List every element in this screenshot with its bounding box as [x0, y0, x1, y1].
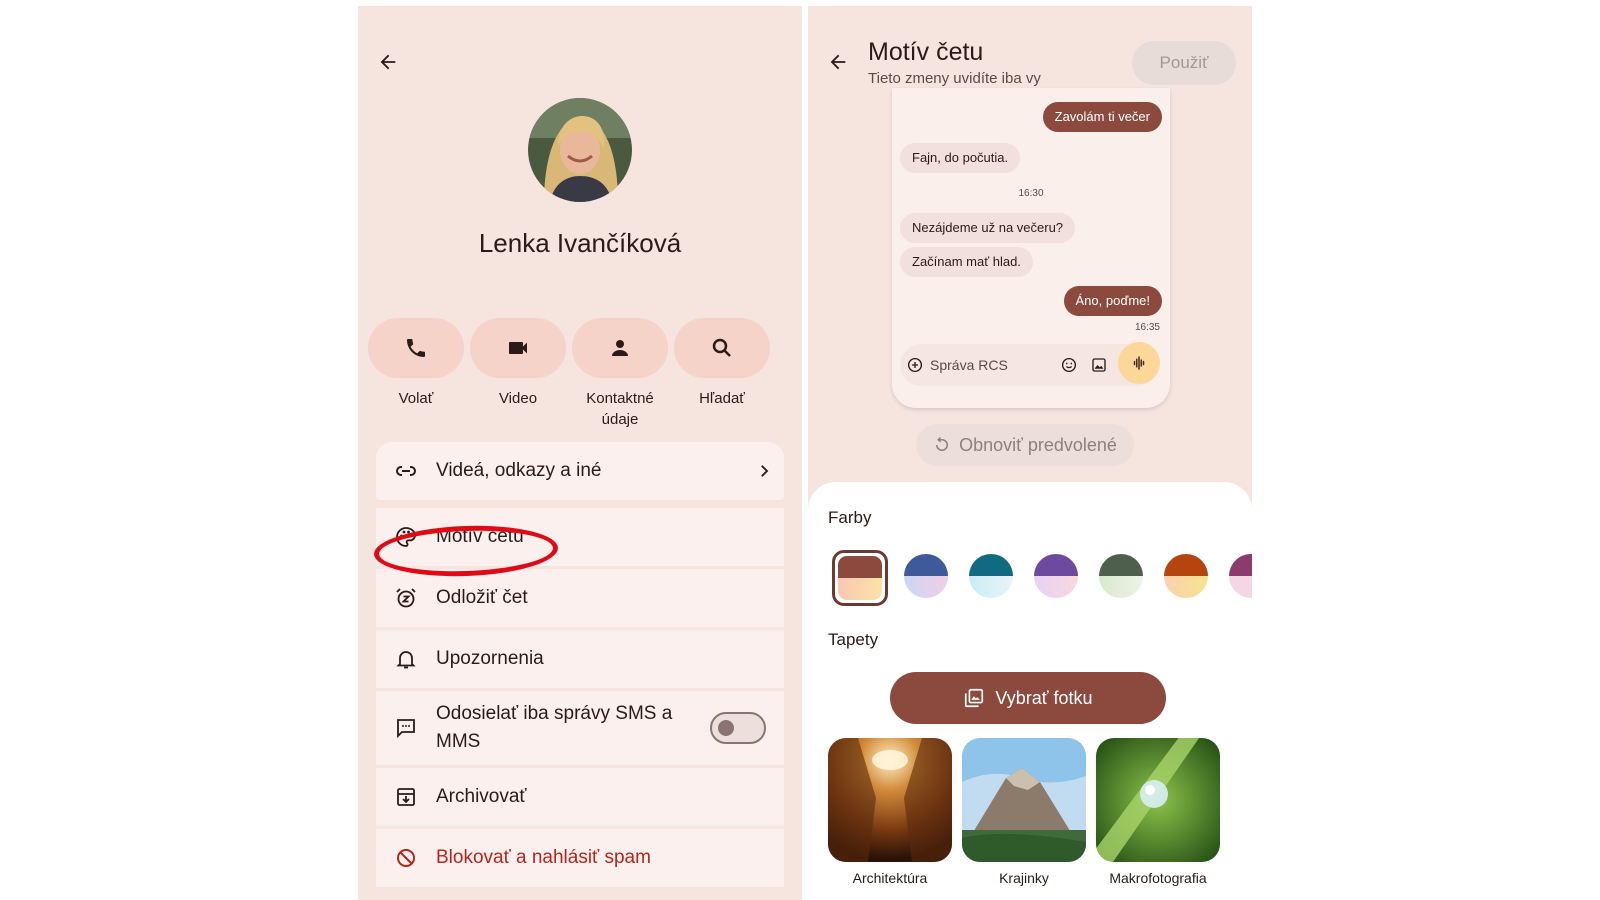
pick-photo-label: Vybrať fotku [995, 687, 1093, 708]
block-icon [397, 849, 415, 867]
back-arrow-icon[interactable] [824, 48, 852, 76]
notifications-item[interactable]: Upozornenia [376, 630, 784, 688]
avatar [528, 98, 632, 202]
chevron-right-icon [761, 465, 769, 477]
search-button[interactable]: Hľadať [674, 318, 770, 409]
composer-placeholder: Správa RCS [930, 357, 1008, 373]
timestamp: 16:30 [1018, 188, 1044, 199]
notifications-label: Upozornenia [436, 648, 544, 669]
wallpaper-macro[interactable]: Makrofotografia [1096, 738, 1220, 886]
message-bubble: Nezájdeme už na večeru? [900, 213, 1076, 243]
reset-defaults-button[interactable]: Obnoviť predvolené [916, 424, 1134, 466]
media-links-item[interactable]: Videá, odkazy a iné [376, 442, 784, 500]
color-swatch[interactable] [1164, 554, 1208, 598]
search-icon [712, 338, 731, 357]
video-icon [509, 342, 527, 354]
video-label: Video [498, 390, 538, 407]
wallpaper-caption: Krajinky [999, 870, 1049, 886]
message-bubble: Fajn, do počutia. [900, 143, 1021, 173]
wallpaper-caption: Makrofotografia [1109, 870, 1207, 886]
color-swatch[interactable] [969, 554, 1013, 598]
sms-icon [397, 719, 415, 739]
chat-theme-item[interactable]: Motív četu [376, 508, 784, 566]
phone-icon [407, 339, 425, 357]
chat-preview: Zavolám ti večer Fajn, do počutia. 16:30… [892, 88, 1170, 408]
page-title: Motív četu [868, 38, 984, 66]
video-call-button[interactable]: Video [470, 318, 566, 409]
link-icon [396, 466, 416, 476]
palette-icon [396, 527, 416, 547]
archive-label: Archivovať [436, 786, 527, 807]
call-label: Volať [398, 390, 434, 407]
sms-only-label: Odosielať iba správy SMS a MMS [436, 703, 673, 752]
color-swatch[interactable] [1034, 554, 1078, 598]
contact-name: Lenka Ivančíková [478, 228, 682, 258]
wallpaper-architecture[interactable]: Architektúra [828, 738, 952, 886]
archive-icon [397, 788, 415, 806]
voice-message-button [1118, 342, 1160, 384]
person-icon [612, 340, 628, 356]
sms-only-toggle[interactable] [710, 712, 766, 744]
color-swatch[interactable] [1229, 554, 1252, 598]
color-swatch-selected[interactable] [832, 550, 888, 606]
image-icon [1092, 358, 1106, 372]
wallpaper-landscapes[interactable]: Krajinky [962, 738, 1086, 886]
snooze-chat-item[interactable]: Odložiť čet [376, 569, 784, 627]
bell-icon [396, 651, 416, 669]
archive-item[interactable]: Archivovať [376, 768, 784, 826]
timestamp: 16:35 [1134, 322, 1160, 333]
snooze-chat-label: Odložiť čet [436, 587, 528, 608]
chat-theme-label: Motív četu [436, 526, 524, 547]
color-swatch[interactable] [1099, 554, 1143, 598]
pick-photo-button[interactable]: Vybrať fotku [890, 672, 1166, 724]
colors-heading: Farby [828, 508, 872, 527]
snooze-icon [396, 588, 416, 608]
contact-info-button[interactable]: Kontaktné údaje [572, 318, 668, 430]
media-links-label: Videá, odkazy a iné [436, 460, 602, 481]
color-swatch[interactable] [904, 554, 948, 598]
page-subtitle: Tieto zmeny uvidíte iba vy [868, 70, 1041, 87]
block-spam-item[interactable]: Blokovať a nahlásiť spam [376, 829, 784, 887]
back-arrow-icon[interactable] [374, 48, 402, 76]
message-bubble: Zavolám ti večer [1042, 102, 1162, 132]
contact-info-label: Kontaktné údaje [586, 390, 654, 428]
sms-only-item[interactable]: Odosielať iba správy SMS a MMS [376, 691, 784, 765]
photo-library-icon [965, 688, 984, 708]
contact-details-screen: Lenka Ivančíková Volať Video Kontaktné ú… [358, 6, 802, 900]
wallpapers-heading: Tapety [828, 630, 879, 649]
reset-defaults-label: Obnoviť predvolené [959, 434, 1117, 455]
emoji-icon [1061, 357, 1077, 373]
chat-theme-screen: Motív četu Tieto zmeny uvidíte iba vy Po… [808, 6, 1252, 900]
message-bubble: Začínam mať hlad. [900, 247, 1033, 277]
message-bubble: Áno, poďme! [1063, 286, 1162, 316]
call-button[interactable]: Volať [368, 318, 464, 409]
search-label: Hľadať [699, 390, 745, 407]
add-circle-icon [907, 357, 923, 373]
wallpaper-caption: Architektúra [852, 870, 928, 886]
reset-icon [936, 436, 949, 451]
block-spam-label: Blokovať a nahlásiť spam [436, 847, 651, 868]
customization-sheet: Farby Tapety Vybrať fotku Architektúra K… [808, 482, 1252, 900]
apply-button[interactable]: Použiť [1132, 41, 1236, 85]
waveform-icon [1133, 356, 1145, 370]
